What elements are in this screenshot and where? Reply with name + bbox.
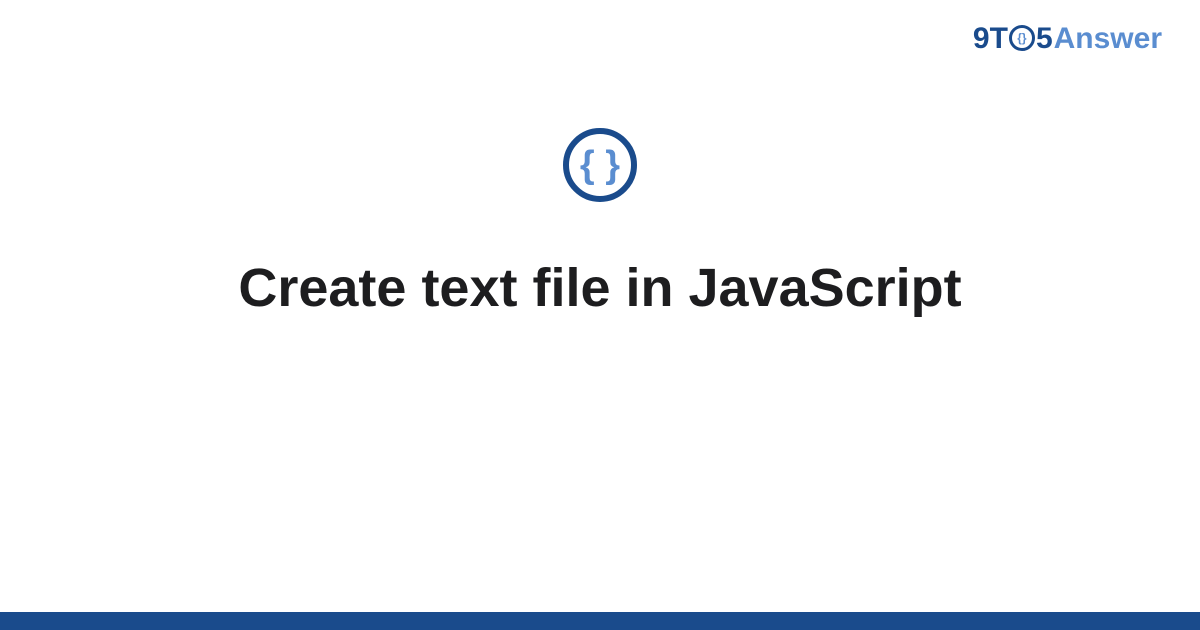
page-title: Create text file in JavaScript: [238, 256, 961, 321]
bottom-bar: [0, 612, 1200, 630]
logo-text-answer: Answer: [1054, 24, 1162, 54]
main-content: { } Create text file in JavaScript: [0, 128, 1200, 321]
logo-text-9t: 9T: [973, 24, 1008, 54]
site-logo[interactable]: 9T {} 5 Answer: [973, 24, 1162, 54]
braces-icon: { }: [563, 128, 637, 202]
braces-glyph: { }: [580, 146, 620, 184]
logo-braces-small: {}: [1017, 32, 1026, 44]
logo-o-circle: {}: [1009, 25, 1035, 51]
logo-text-5: 5: [1036, 24, 1053, 54]
